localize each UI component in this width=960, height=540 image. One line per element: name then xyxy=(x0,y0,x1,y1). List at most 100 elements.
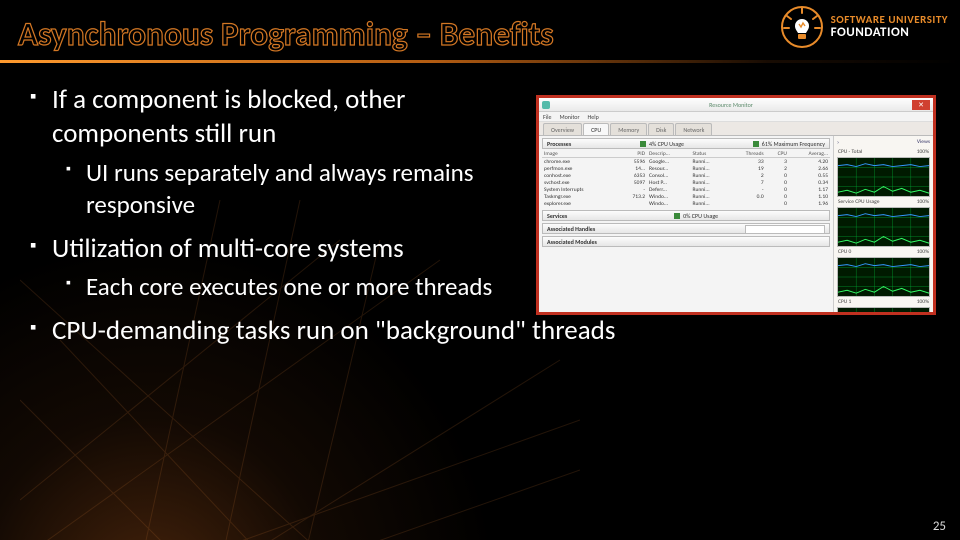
processes-header[interactable]: Processes 4% CPU Usage 61% Maximum Frequ… xyxy=(542,138,830,149)
table-row[interactable]: System Interrupts-Deferr...Runni...-01.1… xyxy=(542,186,830,193)
bullet-2-sub-1: Each core executes one or more threads xyxy=(66,271,510,304)
bullet-3-text: CPU-demanding tasks run on "background" … xyxy=(52,314,615,347)
mini-chart: CPU 0100% xyxy=(837,257,930,297)
table-cell: 2.66 xyxy=(789,165,830,172)
chart-right-label: 100% xyxy=(917,149,929,155)
table-cell xyxy=(618,200,647,207)
tab-disk[interactable]: Disk xyxy=(648,123,674,135)
table-cell xyxy=(727,200,765,207)
col-avg[interactable]: Averag... xyxy=(789,150,830,158)
resmon-right-panel: › Views CPU - Total100% Service CPU Usage… xyxy=(833,136,933,312)
col-desc[interactable]: Descrip... xyxy=(647,150,690,158)
close-icon[interactable]: ✕ xyxy=(912,100,930,110)
resmon-tabs: Overview CPU Memory Disk Network xyxy=(539,122,933,136)
table-header-row: Image PID Descrip... Status Threads CPU … xyxy=(542,150,830,158)
table-cell: svchost.exe xyxy=(542,179,618,186)
table-cell: 1.17 xyxy=(789,186,830,193)
bullet-1-sub-1-text: UI runs separately and always remains re… xyxy=(86,157,474,221)
table-cell: Deferr... xyxy=(647,186,690,193)
table-cell: 0 xyxy=(766,179,789,186)
mini-chart: CPU - Total100% xyxy=(837,157,930,197)
table-cell: Runni... xyxy=(691,186,728,193)
tab-overview[interactable]: Overview xyxy=(543,123,582,135)
tab-network[interactable]: Network xyxy=(675,123,712,135)
table-row[interactable]: perfmon.exe14...Resour...Runni...1922.66 xyxy=(542,165,830,172)
menu-monitor[interactable]: Monitor xyxy=(560,113,580,121)
max-freq-label: 61% Maximum Frequency xyxy=(762,140,825,148)
table-cell: 33 xyxy=(727,158,765,166)
table-cell: Runni... xyxy=(691,172,728,179)
tab-cpu[interactable]: CPU xyxy=(583,123,609,135)
table-cell: 0.34 xyxy=(789,179,830,186)
chart-label: Service CPU Usage xyxy=(838,199,879,205)
menu-file[interactable]: File xyxy=(543,113,552,121)
table-cell: 0 xyxy=(766,172,789,179)
table-cell: Taskmgr.exe xyxy=(542,193,618,200)
table-cell: Runni... xyxy=(691,200,728,207)
chart-label: CPU 0 xyxy=(838,249,851,255)
table-cell: 6353 xyxy=(618,172,647,179)
search-handles-input[interactable] xyxy=(745,225,825,234)
cpu-usage-label: 4% CPU Usage xyxy=(649,140,684,148)
table-cell: Runni... xyxy=(691,165,728,172)
table-cell: 0 xyxy=(766,186,789,193)
page-number: 25 xyxy=(933,519,946,534)
table-row[interactable]: Taskmgr.exe713.2Windo...Runni...0.001.10 xyxy=(542,193,830,200)
mini-chart: Service CPU Usage100% xyxy=(837,207,930,247)
table-row[interactable]: conhost.exe6353Consol...Runni...200.55 xyxy=(542,172,830,179)
services-label: Services xyxy=(547,212,567,220)
associated-handles-header[interactable]: Associated Handles xyxy=(542,223,830,234)
table-cell: 14... xyxy=(618,165,647,172)
table-cell: 0.55 xyxy=(789,172,830,179)
col-cpu[interactable]: CPU xyxy=(766,150,789,158)
bullet-2-sub-1-text: Each core executes one or more threads xyxy=(86,271,492,302)
table-row[interactable]: chrome.exe5596Google...Runni...3334.20 xyxy=(542,158,830,166)
bullet-1-text: If a component is blocked, other compone… xyxy=(52,83,405,150)
col-pid[interactable]: PID xyxy=(618,150,647,158)
table-cell: perfmon.exe xyxy=(542,165,618,172)
resmon-menubar: File Monitor Help xyxy=(539,112,933,122)
resmon-app-icon xyxy=(542,101,550,109)
table-cell: Runni... xyxy=(691,179,728,186)
table-cell: 5097 xyxy=(618,179,647,186)
bullet-2: Utilization of multi-core systems Each c… xyxy=(30,232,510,304)
table-cell: Windo... xyxy=(647,193,690,200)
table-cell: 4.20 xyxy=(789,158,830,166)
table-row[interactable]: svchost.exe5097Host P...Runni...700.34 xyxy=(542,179,830,186)
mini-chart: CPU 1100% xyxy=(837,307,930,315)
processes-label: Processes xyxy=(547,140,571,148)
services-cpu-label: 0% CPU Usage xyxy=(683,212,718,220)
chevron-right-icon[interactable]: › xyxy=(837,138,839,146)
associated-modules-header[interactable]: Associated Modules xyxy=(542,236,830,247)
table-cell: Windo... xyxy=(647,200,690,207)
chart-label: CPU 1 xyxy=(838,299,851,305)
table-cell: Host P... xyxy=(647,179,690,186)
table-cell: chrome.exe xyxy=(542,158,618,166)
resource-monitor-screenshot: Resource Monitor ✕ File Monitor Help Ove… xyxy=(536,95,936,315)
brand-logo: SOFTWARE UNIVERSITY FOUNDATION xyxy=(781,6,948,48)
tab-memory[interactable]: Memory xyxy=(610,123,647,135)
services-header[interactable]: Services 0% CPU Usage xyxy=(542,210,830,221)
bullet-1: If a component is blocked, other compone… xyxy=(30,83,510,222)
table-cell: 1.10 xyxy=(789,193,830,200)
col-threads[interactable]: Threads xyxy=(727,150,765,158)
bullet-3: CPU-demanding tasks run on "background" … xyxy=(30,314,942,348)
title-underline xyxy=(0,60,960,63)
table-cell: conhost.exe xyxy=(542,172,618,179)
table-cell: 1.96 xyxy=(789,200,830,207)
assoc-handles-label: Associated Handles xyxy=(547,225,595,233)
table-cell: explorer.exe xyxy=(542,200,618,207)
menu-help[interactable]: Help xyxy=(588,113,599,121)
table-row[interactable]: explorer.exeWindo...Runni...01.96 xyxy=(542,200,830,207)
bullet-2-text: Utilization of multi-core systems xyxy=(52,232,404,265)
table-cell: 713.2 xyxy=(618,193,647,200)
chart-right-label: 100% xyxy=(917,299,929,305)
table-cell: 7 xyxy=(727,179,765,186)
views-dropdown[interactable]: Views xyxy=(917,139,930,145)
col-status[interactable]: Status xyxy=(691,150,728,158)
table-cell: 0.0 xyxy=(727,193,765,200)
table-cell: - xyxy=(727,186,765,193)
resmon-left-panel: Processes 4% CPU Usage 61% Maximum Frequ… xyxy=(539,136,833,312)
table-cell: 19 xyxy=(727,165,765,172)
col-image[interactable]: Image xyxy=(542,150,618,158)
